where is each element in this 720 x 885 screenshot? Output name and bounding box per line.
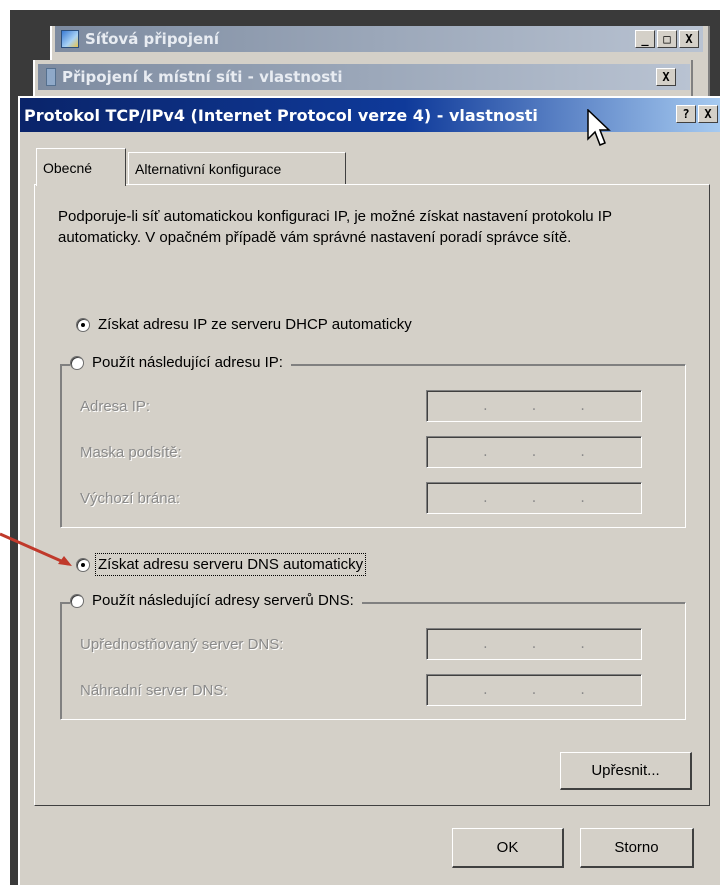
lan-properties-title: Připojení k místní síti - vlastnosti — [62, 68, 343, 86]
tab-general[interactable]: Obecné — [36, 148, 126, 186]
lan-properties-titlebar[interactable]: Připojení k místní síti - vlastnosti X — [38, 64, 690, 90]
radio-dns-manual[interactable]: Použít následující adresy serverů DNS: — [70, 592, 362, 609]
dialog-titlebar[interactable]: Protokol TCP/IPv4 (Internet Protocol ver… — [20, 98, 720, 132]
intro-text: Podporuje-li síť automatickou konfigurac… — [58, 208, 612, 246]
radio-ip-manual-indicator[interactable] — [70, 355, 84, 370]
default-gateway-field[interactable]: ... — [426, 482, 642, 514]
alternate-dns-field[interactable]: ... — [426, 674, 642, 706]
radio-dns-manual-indicator[interactable] — [70, 593, 84, 608]
network-folder-icon — [61, 30, 79, 48]
lan-close-button[interactable]: X — [656, 68, 676, 86]
network-adapter-icon — [46, 68, 56, 86]
radio-ip-auto[interactable]: Získat adresu IP ze serveru DHCP automat… — [76, 316, 420, 333]
annotation-arrow-icon — [0, 532, 72, 566]
radio-dns-auto-label: Získat adresu serveru DNS automaticky — [94, 553, 367, 576]
ok-button[interactable]: OK — [452, 828, 564, 868]
radio-dns-auto[interactable]: Získat adresu serveru DNS automaticky — [76, 553, 372, 576]
tab-alternate-label: Alternativní konfigurace — [135, 160, 282, 177]
radio-ip-manual-label: Použít následující adresu IP: — [92, 354, 283, 371]
minimize-button[interactable]: _ — [635, 30, 655, 48]
network-connections-titlebar[interactable]: Síťová připojení _ □ X — [55, 26, 703, 52]
alternate-dns-label: Náhradní server DNS: — [80, 682, 228, 699]
tab-general-label: Obecné — [43, 159, 93, 176]
dialog-close-button[interactable]: X — [698, 105, 718, 123]
ip-address-label: Adresa IP: — [80, 398, 151, 415]
tab-alternate-configuration[interactable]: Alternativní konfigurace — [128, 152, 346, 184]
radio-ip-auto-label: Získat adresu IP ze serveru DHCP automat… — [98, 316, 412, 333]
default-gateway-label: Výchozí brána: — [80, 490, 181, 507]
maximize-button[interactable]: □ — [657, 30, 677, 48]
advanced-button[interactable]: Upřesnit... — [560, 752, 692, 790]
radio-ip-auto-indicator[interactable] — [76, 317, 90, 332]
network-connections-title: Síťová připojení — [85, 30, 219, 48]
radio-ip-manual[interactable]: Použít následující adresu IP: — [70, 354, 291, 371]
subnet-mask-field[interactable]: ... — [426, 436, 642, 468]
mouse-cursor-icon — [587, 109, 611, 146]
ip-address-field[interactable]: ... — [426, 390, 642, 422]
radio-dns-manual-label: Použít následující adresy serverů DNS: — [92, 592, 354, 609]
cancel-button[interactable]: Storno — [580, 828, 694, 868]
subnet-mask-label: Maska podsítě: — [80, 444, 182, 461]
help-button[interactable]: ? — [676, 105, 696, 123]
preferred-dns-field[interactable]: ... — [426, 628, 642, 660]
dialog-title: Protokol TCP/IPv4 (Internet Protocol ver… — [24, 105, 538, 125]
preferred-dns-label: Upřednostňovaný server DNS: — [80, 636, 284, 653]
close-button[interactable]: X — [679, 30, 699, 48]
